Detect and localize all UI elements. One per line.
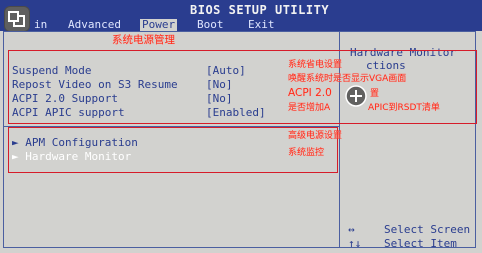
- tab-main[interactable]: in: [34, 19, 47, 31]
- tab-advanced[interactable]: Advanced: [68, 19, 121, 31]
- plus-cursor-icon: [345, 85, 367, 107]
- key-arrow-ud-icon: ↑↓: [348, 237, 362, 250]
- logo-badge-icon: [4, 6, 30, 32]
- bios-title: BIOS SETUP UTILITY: [190, 3, 330, 17]
- tab-power[interactable]: Power: [140, 19, 178, 31]
- annotation-acpi2: ACPI 2.0: [288, 87, 332, 99]
- annotation-acpi2-suffix: 置: [370, 89, 380, 99]
- annotation-power-management: 系统电源管理: [112, 34, 175, 46]
- key-arrow-lr-icon: ↔: [348, 223, 355, 236]
- key-desc-select-item: Select Item: [384, 237, 457, 250]
- tab-exit[interactable]: Exit: [248, 19, 275, 31]
- key-desc-select-screen: Select Screen: [384, 223, 471, 236]
- annotation-system-monitor: 系统监控: [288, 148, 325, 158]
- annotation-vga-wake: 唤醒系统时是否显示VGA画面: [288, 74, 407, 84]
- annotation-sleep-mode: 系统省电设置: [288, 60, 343, 70]
- bios-screen: BIOS SETUP UTILITY in Advanced Power Boo…: [0, 0, 482, 253]
- annotation-advanced-power: 高级电源设置: [288, 131, 343, 141]
- tab-boot[interactable]: Boot: [197, 19, 224, 31]
- annotation-apic-prefix: 是否增加A: [288, 103, 331, 113]
- annotation-apic-suffix: APIC到RSDT清单: [368, 103, 440, 113]
- title-bar: BIOS SETUP UTILITY in Advanced Power Boo…: [0, 0, 482, 31]
